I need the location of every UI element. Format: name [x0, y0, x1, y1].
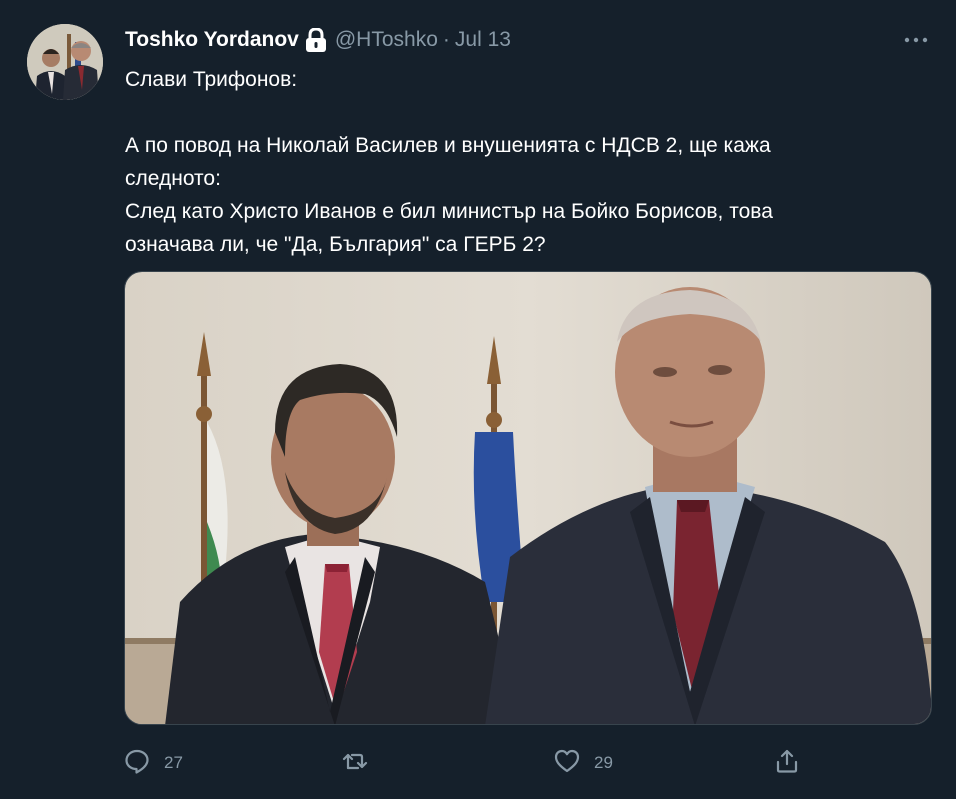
like-count: 29 [594, 753, 613, 772]
share-icon [774, 748, 800, 779]
lock-icon [305, 27, 327, 52]
tweet-date[interactable]: Jul 13 [455, 28, 511, 52]
header-separator: · [442, 28, 450, 51]
reply-icon [124, 748, 150, 779]
like-button[interactable]: 29 [554, 745, 613, 781]
tweet-text-line: следното: [125, 167, 221, 190]
reply-button[interactable]: 27 [124, 745, 183, 781]
tweet-text-line: След като Христо Иванов е бил министър н… [125, 200, 773, 223]
tweet-text-line: А по повод на Николай Василев и внушения… [125, 134, 771, 157]
photo-illustration [125, 272, 931, 724]
retweet-icon [342, 748, 368, 779]
avatar-image [27, 24, 103, 100]
tweet-photo[interactable] [124, 271, 932, 725]
author-handle[interactable]: @HToshko [335, 28, 438, 52]
tweet-text: Слави Трифонов: А по повод на Николай Ва… [125, 63, 940, 261]
retweet-button[interactable] [342, 745, 382, 781]
avatar[interactable] [27, 24, 103, 100]
more-icon[interactable] [900, 30, 932, 50]
tweet-actions: 27 29 [124, 745, 824, 781]
share-button[interactable] [774, 745, 800, 781]
tweet-text-line: означава ли, че "Да, България" са ГЕРБ 2… [125, 233, 546, 256]
reply-count: 27 [164, 753, 183, 772]
heart-icon [554, 748, 580, 779]
author-display-name[interactable]: Toshko Yordanov [125, 28, 299, 52]
tweet-text-line: Слави Трифонов: [125, 68, 298, 91]
tweet-card[interactable]: Toshko Yordanov @HToshko · Jul 13 Слави … [0, 0, 956, 799]
tweet-header: Toshko Yordanov @HToshko · Jul 13 [125, 25, 511, 55]
